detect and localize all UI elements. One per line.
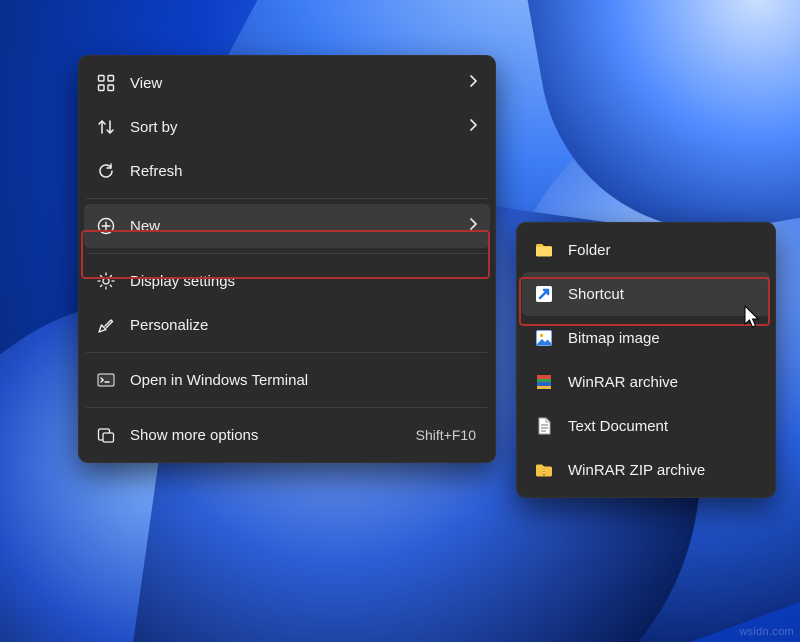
display-settings-icon [96,271,116,291]
refresh-icon [96,161,116,181]
menu-item-label: View [130,75,162,92]
sort-icon [96,117,116,137]
chevron-right-icon [468,217,478,235]
menu-item-view[interactable]: View [84,61,490,105]
menu-item-display-settings[interactable]: Display settings [84,259,490,303]
submenu-item-label: WinRAR archive [568,374,678,391]
terminal-icon [96,370,116,390]
menu-item-open-terminal[interactable]: Open in Windows Terminal [84,358,490,402]
menu-item-label: Refresh [130,163,183,180]
submenu-item-shortcut[interactable]: Shortcut [522,272,770,316]
menu-item-label: Sort by [130,119,178,136]
menu-separator [86,407,488,408]
menu-item-sort-by[interactable]: Sort by [84,105,490,149]
shortcut-icon [534,284,554,304]
chevron-right-icon [468,74,478,92]
menu-item-label: Open in Windows Terminal [130,372,308,389]
menu-item-show-more-options[interactable]: Show more options Shift+F10 [84,413,490,457]
menu-item-refresh[interactable]: Refresh [84,149,490,193]
menu-item-shortcut: Shift+F10 [416,427,476,443]
submenu-item-winrar-zip[interactable]: WinRAR ZIP archive [522,448,770,492]
submenu-item-label: WinRAR ZIP archive [568,462,705,479]
menu-item-label: Show more options [130,427,258,444]
submenu-item-label: Folder [568,242,611,259]
more-options-icon [96,425,116,445]
submenu-item-text-document[interactable]: Text Document [522,404,770,448]
submenu-item-label: Bitmap image [568,330,660,347]
submenu-item-folder[interactable]: Folder [522,228,770,272]
text-document-icon [534,416,554,436]
winrar-zip-icon [534,460,554,480]
menu-item-label: Personalize [130,317,208,334]
view-icon [96,73,116,93]
menu-item-label: Display settings [130,273,235,290]
menu-separator [86,198,488,199]
submenu-item-label: Text Document [568,418,668,435]
menu-item-new[interactable]: New [84,204,490,248]
submenu-item-winrar[interactable]: WinRAR archive [522,360,770,404]
menu-item-personalize[interactable]: Personalize [84,303,490,347]
submenu-item-label: Shortcut [568,286,624,303]
menu-item-label: New [130,218,160,235]
new-submenu: Folder Shortcut Bitmap image WinRAR arch… [516,222,776,498]
menu-separator [86,253,488,254]
folder-icon [534,240,554,260]
personalize-icon [96,315,116,335]
watermark: wsidn.com [739,626,794,638]
menu-separator [86,352,488,353]
bitmap-icon [534,328,554,348]
desktop-context-menu: View Sort by Refresh [78,55,496,463]
plus-circle-icon [96,216,116,236]
chevron-right-icon [468,118,478,136]
submenu-item-bitmap[interactable]: Bitmap image [522,316,770,360]
winrar-icon [534,372,554,392]
